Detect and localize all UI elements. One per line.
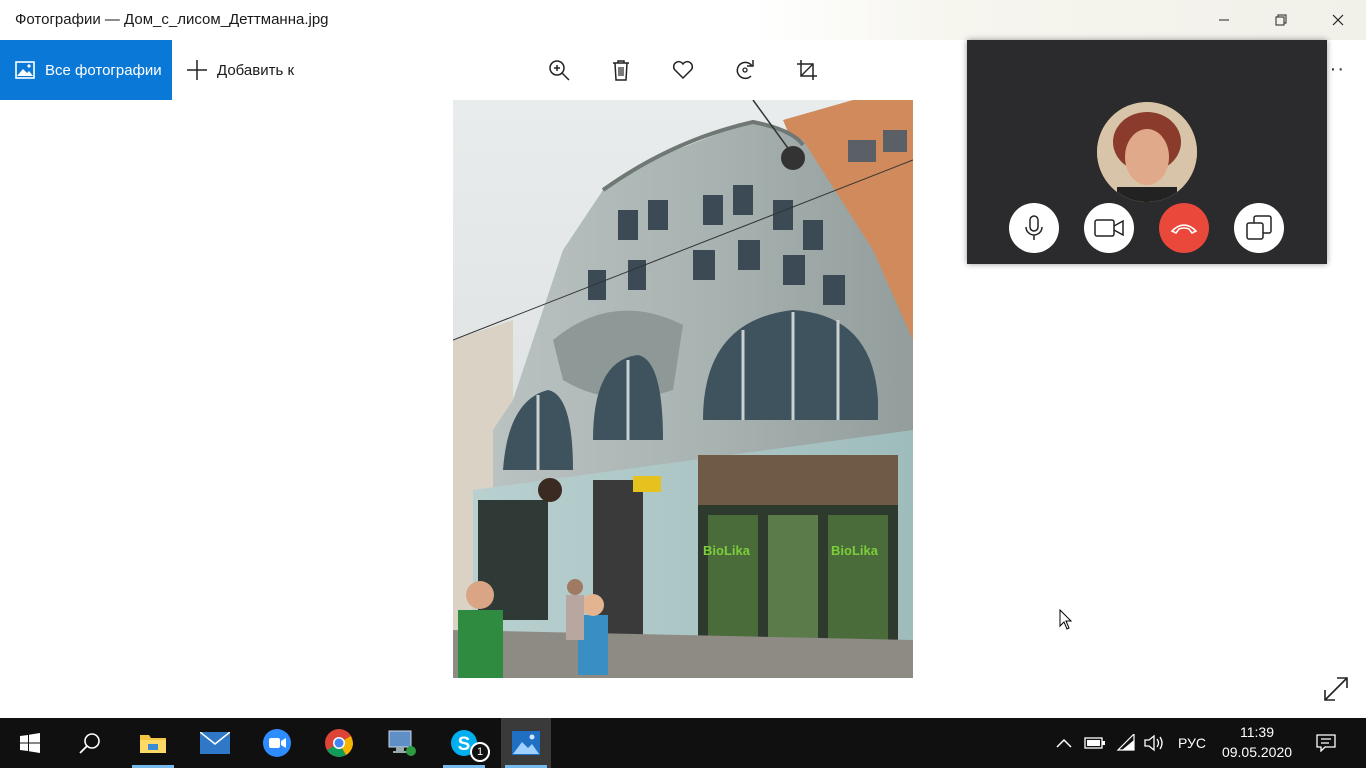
video-button[interactable]	[1084, 203, 1134, 253]
fullscreen-button[interactable]	[1323, 676, 1349, 702]
delete-button[interactable]	[606, 55, 636, 85]
chrome-button[interactable]	[314, 718, 364, 768]
battery-button[interactable]	[1082, 718, 1108, 768]
search-button[interactable]	[65, 718, 115, 768]
svg-text:BioLika: BioLika	[703, 543, 751, 558]
caller-avatar	[1097, 102, 1197, 202]
speaker-icon	[1144, 734, 1163, 752]
photos-app-button[interactable]	[501, 718, 551, 768]
clock-time: 11:39	[1240, 724, 1274, 740]
mouse-cursor	[1059, 608, 1073, 636]
add-to-label: Добавить к	[217, 61, 295, 79]
notification-badge: 1	[470, 742, 490, 762]
restore-icon	[1275, 14, 1286, 26]
switch-window-button[interactable]	[1234, 203, 1284, 253]
rotate-icon	[736, 60, 754, 80]
notification-icon	[1316, 734, 1336, 752]
crop-button[interactable]	[792, 55, 822, 85]
plus-icon	[186, 59, 208, 81]
switch-window-icon	[1246, 215, 1272, 240]
zoom-icon	[263, 729, 291, 757]
building-photo: BioLika BioLika	[453, 100, 913, 678]
volume-button[interactable]	[1141, 718, 1167, 768]
language-label: РУС	[1177, 735, 1207, 751]
restore-button[interactable]	[1252, 0, 1309, 40]
close-icon	[1332, 14, 1343, 26]
zoom-in-button[interactable]	[544, 55, 574, 85]
file-explorer-button[interactable]	[128, 718, 178, 768]
minimize-icon	[1218, 19, 1229, 21]
microphone-icon	[1025, 215, 1043, 240]
all-photos-button[interactable]: Все фотографии	[0, 40, 172, 100]
zoom-app-button[interactable]	[252, 718, 302, 768]
expand-icon	[1324, 677, 1348, 701]
rotate-button[interactable]	[730, 55, 760, 85]
minimize-button[interactable]	[1195, 0, 1252, 40]
crop-icon	[797, 60, 817, 80]
taskbar: S 1 РУС 11:39 09.05.2020	[0, 718, 1366, 768]
delete-icon	[613, 60, 629, 81]
microphone-button[interactable]	[1009, 203, 1059, 253]
end-call-button[interactable]	[1159, 203, 1209, 253]
wifi-icon	[1116, 734, 1135, 751]
chevron-up-icon	[1056, 738, 1072, 748]
mail-icon	[200, 732, 230, 754]
action-center-button[interactable]	[1310, 718, 1342, 768]
all-photos-label: Все фотографии	[45, 61, 162, 79]
folder-icon	[140, 735, 166, 753]
network-button[interactable]	[1113, 718, 1139, 768]
close-button[interactable]	[1309, 0, 1366, 40]
show-hidden-icons-button[interactable]	[1052, 718, 1076, 768]
start-button[interactable]	[5, 718, 55, 768]
add-to-button[interactable]: Добавить к	[186, 40, 294, 100]
heart-icon	[672, 60, 694, 80]
zoom-in-icon	[549, 60, 570, 81]
video-camera-icon	[1094, 219, 1124, 237]
search-icon	[79, 733, 100, 754]
clock-date: 09.05.2020	[1221, 744, 1293, 760]
title-bar: Фотографии — Дом_с_лисом_Деттманна.jpg	[0, 0, 1366, 40]
windows-icon	[20, 733, 40, 753]
clock[interactable]: 11:39 09.05.2020	[1214, 722, 1300, 762]
photos-icon	[512, 731, 540, 755]
image-icon	[15, 61, 35, 79]
remote-desktop-button[interactable]	[377, 718, 427, 768]
battery-icon	[1084, 737, 1105, 749]
mail-button[interactable]	[190, 718, 240, 768]
remote-desktop-icon	[388, 730, 416, 756]
video-call-overlay	[967, 40, 1327, 264]
window-title: Фотографии — Дом_с_лисом_Деттманна.jpg	[15, 11, 329, 28]
photo-viewer[interactable]: BioLika BioLika	[453, 100, 913, 678]
favorite-button[interactable]	[668, 55, 698, 85]
svg-text:S: S	[458, 734, 471, 755]
svg-text:BioLika: BioLika	[831, 543, 879, 558]
language-indicator[interactable]: РУС	[1172, 718, 1212, 768]
hang-up-icon	[1170, 224, 1198, 235]
chrome-icon	[325, 729, 353, 757]
